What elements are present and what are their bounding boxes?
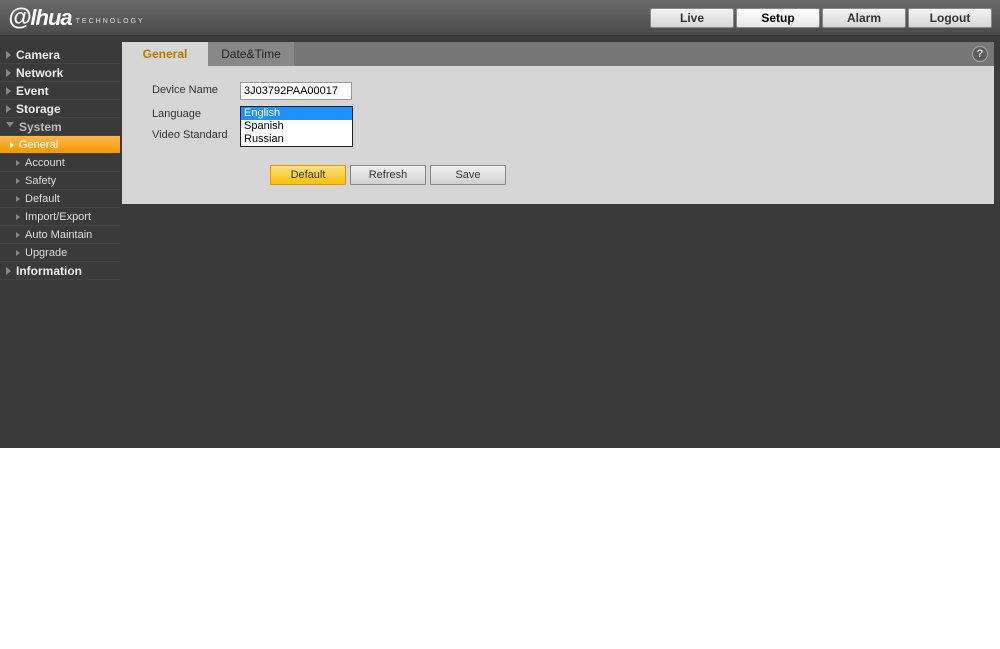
sidebar-item-information[interactable]: Information [0,262,120,280]
sidebar-sub-label: Default [25,193,60,205]
tab-bar-rest: ? [294,42,994,66]
logo-at-symbol: @ [8,4,30,32]
sidebar-sub-label: Import/Export [25,211,91,223]
sidebar-sub-general[interactable]: General [0,136,120,154]
header-bar: @lhua TECHNOLOGY Live Setup Alarm Logout [0,0,1000,36]
nav-live[interactable]: Live [650,8,734,28]
sidebar-sub-import-export[interactable]: Import/Export [0,208,120,226]
sidebar-label: Storage [16,102,61,116]
logo-subtext: TECHNOLOGY [76,18,145,25]
row-device-name: Device Name [152,82,994,102]
sidebar-label: Event [16,84,49,98]
sidebar-label: Camera [16,48,60,62]
chevron-right-icon [6,69,11,77]
sidebar-item-system[interactable]: System [0,118,120,136]
button-row: Default Refresh Save [270,165,994,185]
label-device-name: Device Name [152,82,240,96]
language-option-russian[interactable]: Russian [241,133,352,146]
default-button[interactable]: Default [270,165,346,185]
main-area: Camera Network Event Storage System Gene… [0,36,1000,448]
content-panel: General Date&Time ? Device Name Language… [122,42,994,204]
nav-logout[interactable]: Logout [908,8,992,28]
sidebar-label: System [19,120,62,134]
sidebar-sub-label: Upgrade [25,247,67,259]
content-wrapper: General Date&Time ? Device Name Language… [120,36,1000,448]
language-option-spanish[interactable]: Spanish [241,120,352,133]
save-button[interactable]: Save [430,165,506,185]
sidebar-item-camera[interactable]: Camera [0,46,120,64]
help-icon[interactable]: ? [972,46,988,62]
sidebar-label: Network [16,66,63,80]
sidebar-sub-label: Safety [25,175,56,187]
label-language: Language [152,106,240,120]
chevron-right-icon [16,196,20,202]
chevron-right-icon [6,51,11,59]
chevron-right-icon [6,267,11,275]
sidebar-item-storage[interactable]: Storage [0,100,120,118]
sidebar-sub-default[interactable]: Default [0,190,120,208]
sidebar-item-network[interactable]: Network [0,64,120,82]
logo-text: lhua [30,5,71,31]
sidebar-sub-label: General [19,139,58,151]
refresh-button[interactable]: Refresh [350,165,426,185]
content-tabs: General Date&Time ? [122,42,994,66]
sidebar: Camera Network Event Storage System Gene… [0,36,120,448]
nav-alarm[interactable]: Alarm [822,8,906,28]
sidebar-label: Information [16,264,82,278]
chevron-right-icon [16,160,20,166]
form-body: Device Name Language English Spanish Rus… [122,66,994,185]
language-option-english[interactable]: English [241,107,352,120]
chevron-right-icon [10,142,14,148]
chevron-down-icon [6,122,14,131]
chevron-right-icon [6,105,11,113]
main-nav: Live Setup Alarm Logout [650,8,992,28]
language-select-list[interactable]: English Spanish Russian [240,106,353,147]
input-device-name[interactable] [240,82,352,100]
tab-datetime[interactable]: Date&Time [208,42,294,66]
content-below-fill [122,204,994,444]
sidebar-sub-safety[interactable]: Safety [0,172,120,190]
sidebar-item-event[interactable]: Event [0,82,120,100]
chevron-right-icon [16,214,20,220]
brand-logo: @lhua TECHNOLOGY [8,4,145,32]
sidebar-sub-account[interactable]: Account [0,154,120,172]
nav-setup[interactable]: Setup [736,8,820,28]
tab-general[interactable]: General [122,42,208,66]
chevron-right-icon [16,178,20,184]
chevron-right-icon [16,250,20,256]
sidebar-sub-label: Account [25,157,65,169]
sidebar-sub-label: Auto Maintain [25,229,92,241]
sidebar-sub-upgrade[interactable]: Upgrade [0,244,120,262]
sidebar-sub-auto-maintain[interactable]: Auto Maintain [0,226,120,244]
label-video-standard: Video Standard [152,127,240,141]
chevron-right-icon [6,87,11,95]
chevron-right-icon [16,232,20,238]
